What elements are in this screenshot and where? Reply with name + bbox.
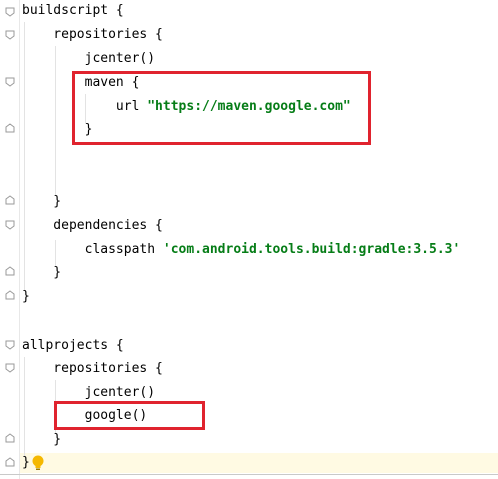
fold-marker-icon[interactable] bbox=[5, 433, 15, 443]
code-text: } bbox=[22, 265, 62, 280]
code-line[interactable]: } bbox=[22, 192, 61, 212]
fold-marker-icon[interactable] bbox=[5, 290, 15, 300]
editor-bottom-divider bbox=[0, 474, 498, 475]
highlight-box-google bbox=[54, 401, 205, 430]
code-text: } bbox=[22, 455, 30, 470]
fold-marker-icon[interactable] bbox=[5, 7, 15, 17]
code-line[interactable]: } bbox=[22, 430, 61, 450]
code-line[interactable]: buildscript { bbox=[22, 1, 124, 21]
code-text: dependencies { bbox=[22, 218, 163, 233]
code-line[interactable]: dependencies { bbox=[22, 216, 163, 236]
code-line[interactable]: repositories { bbox=[22, 25, 163, 45]
fold-marker-icon[interactable] bbox=[5, 123, 15, 133]
code-text: repositories { bbox=[22, 27, 163, 42]
code-text: } bbox=[22, 432, 62, 447]
fold-marker-icon[interactable] bbox=[5, 220, 15, 230]
fold-marker-icon[interactable] bbox=[5, 77, 15, 87]
code-text: } bbox=[22, 194, 62, 209]
current-line-highlight bbox=[20, 453, 498, 473]
fold-marker-icon[interactable] bbox=[5, 266, 15, 276]
string-literal: 'com.android.tools.build:gradle:3.5.3' bbox=[162, 242, 461, 257]
code-text: repositories { bbox=[22, 361, 163, 376]
code-line[interactable]: } bbox=[22, 453, 30, 473]
fold-marker-icon[interactable] bbox=[5, 30, 15, 40]
highlight-box-maven bbox=[72, 71, 371, 145]
code-line[interactable]: classpath 'com.android.tools.build:gradl… bbox=[22, 240, 461, 260]
code-line[interactable]: allprojects { bbox=[22, 336, 124, 356]
code-line[interactable]: repositories { bbox=[22, 359, 163, 379]
code-line[interactable]: jcenter() bbox=[22, 383, 155, 403]
code-text: allprojects { bbox=[22, 338, 124, 353]
code-text: jcenter() bbox=[22, 385, 156, 400]
code-editor[interactable]: buildscript { repositories { jcenter() m… bbox=[0, 0, 498, 479]
editor-gutter bbox=[0, 0, 20, 479]
code-line[interactable]: jcenter() bbox=[22, 49, 155, 69]
code-line[interactable]: } bbox=[22, 287, 30, 307]
code-text: buildscript { bbox=[22, 3, 124, 18]
fold-marker-icon[interactable] bbox=[5, 363, 15, 373]
code-text: } bbox=[22, 289, 30, 304]
fold-marker-icon[interactable] bbox=[5, 340, 15, 350]
gutter-separator bbox=[19, 0, 20, 479]
code-text: jcenter() bbox=[22, 51, 156, 66]
fold-marker-icon[interactable] bbox=[5, 195, 15, 205]
lightbulb-icon[interactable] bbox=[31, 455, 45, 471]
code-text: classpath bbox=[22, 242, 163, 257]
fold-marker-icon[interactable] bbox=[5, 457, 15, 467]
code-line[interactable]: } bbox=[22, 263, 61, 283]
